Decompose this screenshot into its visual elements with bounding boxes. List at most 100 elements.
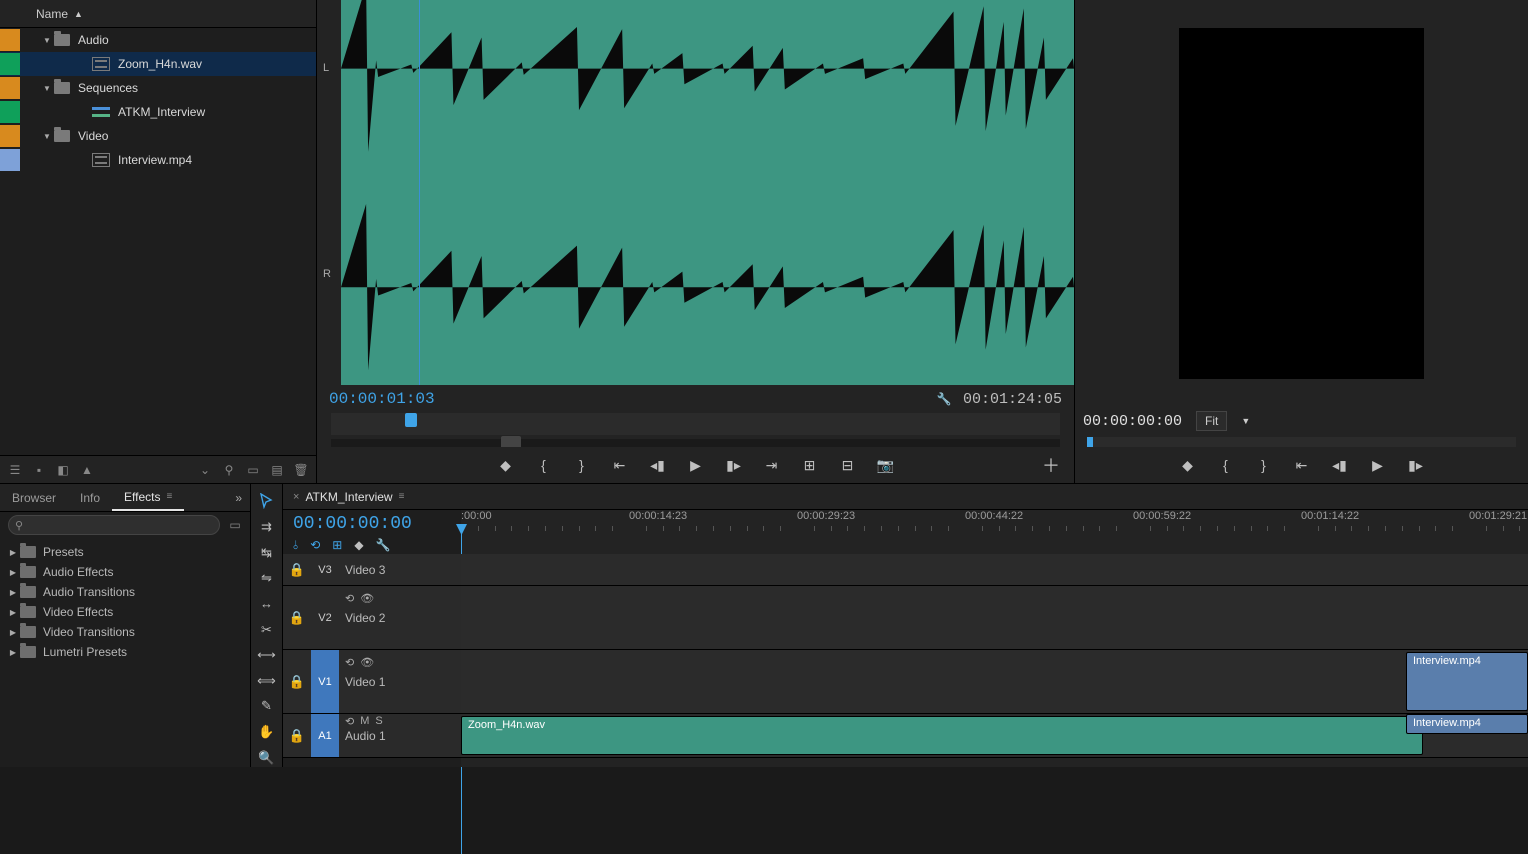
add-marker-icon[interactable]: ⊞: [332, 538, 342, 553]
source-timecode-current[interactable]: 00:00:01:03: [329, 390, 435, 408]
track-target-a1[interactable]: A1: [311, 714, 339, 757]
step-fwd-icon[interactable]: ▮▸: [1406, 455, 1426, 475]
lane-a1[interactable]: Zoom_H4n.wav Interview.mp4: [461, 714, 1528, 758]
close-icon[interactable]: ×: [293, 491, 299, 503]
source-zoom-bar[interactable]: [331, 439, 1060, 447]
toggle-sync-lock-icon[interactable]: ⟲: [345, 656, 354, 669]
timeline-timecode[interactable]: 00:00:00:00: [293, 514, 451, 534]
track-target-v3[interactable]: V3: [311, 564, 339, 576]
lock-icon[interactable]: 🔒: [283, 674, 311, 690]
mark-in-icon[interactable]: {: [1216, 455, 1236, 475]
project-item[interactable]: ▼Audio: [0, 28, 316, 52]
project-item[interactable]: ▼Sequences: [0, 76, 316, 100]
effects-folder[interactable]: ▶Audio Transitions: [0, 582, 250, 602]
slide-tool-icon[interactable]: ⟺: [256, 671, 278, 690]
selection-tool-icon[interactable]: [256, 492, 278, 511]
toggle-output-icon[interactable]: 👁: [360, 592, 374, 605]
mark-out-icon[interactable]: }: [1254, 455, 1274, 475]
solo-icon[interactable]: S: [375, 715, 382, 728]
tab-browser[interactable]: Browser: [0, 484, 68, 511]
step-fwd-icon[interactable]: ▮▸: [724, 455, 744, 475]
effects-folder[interactable]: ▶Presets: [0, 542, 250, 562]
source-scrub-head[interactable]: [405, 413, 417, 427]
track-select-tool-icon[interactable]: ⇉: [256, 518, 278, 537]
clip-interview-audio[interactable]: Interview.mp4: [1406, 714, 1528, 734]
mark-in-icon[interactable]: {: [534, 455, 554, 475]
program-timecode[interactable]: 00:00:00:00: [1083, 413, 1182, 430]
go-to-in-icon[interactable]: ⇤: [1292, 455, 1312, 475]
pen-tool-icon[interactable]: ✎: [256, 697, 278, 716]
program-scrub-head[interactable]: [1087, 437, 1093, 447]
step-back-icon[interactable]: ◂▮: [648, 455, 668, 475]
ripple-edit-tool-icon[interactable]: ↹: [256, 543, 278, 562]
go-to-in-icon[interactable]: ⇤: [610, 455, 630, 475]
hand-tool-icon[interactable]: ✋: [256, 723, 278, 742]
list-view-icon[interactable]: ☰: [8, 463, 22, 477]
toggle-sync-lock-icon[interactable]: ⟲: [345, 592, 354, 605]
caret-icon[interactable]: ▼: [42, 84, 52, 93]
project-item[interactable]: Interview.mp4: [0, 148, 316, 172]
project-item[interactable]: ▼Video: [0, 124, 316, 148]
insert-icon[interactable]: ⊞: [800, 455, 820, 475]
track-header-a1[interactable]: ⟲MS 🔒 A1 Audio 1: [283, 714, 461, 758]
panel-menu-icon[interactable]: ≡: [167, 491, 173, 502]
mute-icon[interactable]: M: [360, 715, 369, 728]
clip-zoom-audio[interactable]: Zoom_H4n.wav: [461, 716, 1423, 755]
marker-icon[interactable]: ◆: [354, 538, 363, 553]
caret-icon[interactable]: ▼: [42, 36, 52, 45]
track-lanes[interactable]: Interview.mp4 Zoom_H4n.wav Interview.mp4: [461, 554, 1528, 767]
track-header-v3[interactable]: 🔒 V3 Video 3: [283, 554, 461, 586]
razor-tool-icon[interactable]: ✂: [256, 620, 278, 639]
play-icon[interactable]: ▶: [686, 455, 706, 475]
new-item-icon[interactable]: ▤: [270, 463, 284, 477]
effects-folder[interactable]: ▶Audio Effects: [0, 562, 250, 582]
source-playhead[interactable]: [419, 0, 420, 385]
wrench-icon[interactable]: 🔧: [937, 392, 951, 406]
tab-info[interactable]: Info: [68, 484, 112, 511]
expand-icon[interactable]: »: [235, 491, 242, 505]
program-view[interactable]: [1075, 0, 1528, 407]
project-item[interactable]: ATKM_Interview: [0, 100, 316, 124]
settings-icon[interactable]: 🔧: [376, 538, 391, 553]
lock-icon[interactable]: 🔒: [283, 728, 311, 744]
chevron-down-icon[interactable]: ▼: [1241, 416, 1250, 426]
clip-interview-video[interactable]: Interview.mp4: [1406, 652, 1528, 711]
sort-icon[interactable]: ▲: [80, 463, 94, 477]
waveform-display[interactable]: L R: [341, 0, 1074, 385]
lane-v1[interactable]: Interview.mp4: [461, 650, 1528, 714]
overwrite-icon[interactable]: ⊟: [838, 455, 858, 475]
new-bin-icon[interactable]: ▭: [228, 518, 242, 532]
button-editor-icon[interactable]: ＋: [1042, 452, 1060, 478]
find-icon[interactable]: ⚲: [222, 463, 236, 477]
auto-matching-icon[interactable]: ⌄: [198, 463, 212, 477]
step-back-icon[interactable]: ◂▮: [1330, 455, 1350, 475]
track-target-v1[interactable]: V1: [311, 650, 339, 713]
icon-view-icon[interactable]: ▪: [32, 463, 46, 477]
new-bin-icon[interactable]: ▭: [246, 463, 260, 477]
slip-tool-icon[interactable]: ⟷: [256, 646, 278, 665]
play-icon[interactable]: ▶: [1368, 455, 1388, 475]
freeform-view-icon[interactable]: ◧: [56, 463, 70, 477]
panel-menu-icon[interactable]: ≡: [399, 491, 405, 502]
lock-icon[interactable]: 🔒: [283, 562, 311, 578]
rate-stretch-tool-icon[interactable]: ↔: [256, 595, 278, 614]
lane-v3[interactable]: [461, 554, 1528, 586]
export-frame-icon[interactable]: 📷: [876, 455, 896, 475]
track-header-v1[interactable]: ⟲👁 🔒 V1 Video 1: [283, 650, 461, 714]
go-to-out-icon[interactable]: ⇥: [762, 455, 782, 475]
program-scrub-bar[interactable]: [1087, 437, 1516, 447]
track-target-v2[interactable]: V2: [311, 612, 339, 624]
rolling-edit-tool-icon[interactable]: ⇋: [256, 569, 278, 588]
lane-v2[interactable]: [461, 586, 1528, 650]
add-marker-icon[interactable]: ◆: [496, 455, 516, 475]
source-scrub-bar[interactable]: [331, 413, 1060, 435]
snap-toggle-icon[interactable]: ⫰: [293, 538, 298, 553]
timeline-ruler[interactable]: :00:0000:00:14:2300:00:29:2300:00:44:220…: [461, 510, 1528, 554]
zoom-select[interactable]: Fit: [1196, 411, 1227, 431]
effects-folder[interactable]: ▶Video Transitions: [0, 622, 250, 642]
sequence-tab[interactable]: × ATKM_Interview ≡: [283, 484, 414, 509]
tab-effects[interactable]: Effects≡: [112, 484, 184, 511]
lock-icon[interactable]: 🔒: [283, 610, 311, 626]
zoom-tool-icon[interactable]: 🔍: [256, 748, 278, 767]
column-header-name[interactable]: Name ▲: [0, 0, 316, 28]
